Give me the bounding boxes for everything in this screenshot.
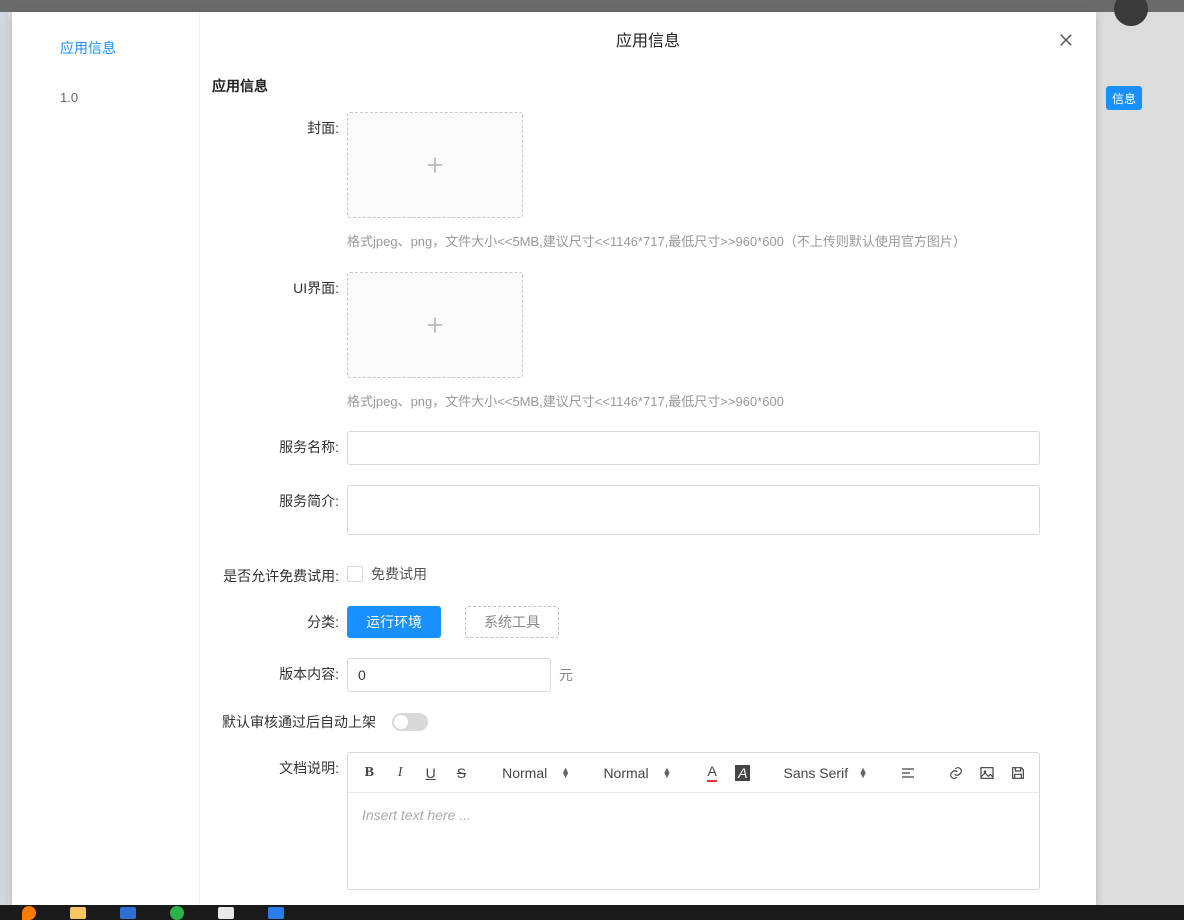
plus-icon — [424, 154, 446, 176]
taskbar — [0, 905, 1184, 920]
chevron-updown-icon: ▲▼ — [561, 768, 570, 778]
close-icon — [1057, 31, 1075, 49]
row-version: 版本内容: 元 — [212, 658, 1068, 692]
size-select-label: Normal — [603, 765, 648, 781]
cover-hint: 格式jpeg、png，文件大小<<5MB,建议尺寸<<1146*717,最低尺寸… — [347, 232, 1068, 252]
label-doc: 文档说明: — [212, 752, 347, 778]
ui-upload[interactable] — [347, 272, 523, 378]
image-icon — [979, 765, 995, 781]
save-button[interactable] — [1004, 759, 1031, 787]
size-select[interactable]: Normal ▲▼ — [597, 759, 677, 787]
section-title: 应用信息 — [212, 76, 1068, 96]
row-cover: 封面: 格式jpeg、png，文件大小<<5MB,建议尺寸<<1146*717,… — [212, 112, 1068, 252]
cover-upload[interactable] — [347, 112, 523, 218]
taskbar-firefox-icon[interactable] — [22, 906, 36, 920]
bg-sidebar-strip — [0, 12, 8, 905]
modal-content: 应用信息 封面: 格式jpeg、png，文件大小<<5MB,建议尺寸<<1146… — [200, 66, 1096, 905]
label-auto-publish: 默认审核通过后自动上架 — [222, 712, 376, 732]
text-color-icon: A — [707, 763, 716, 782]
sidebar-item-app-info[interactable]: 应用信息 — [12, 30, 199, 66]
version-price-input[interactable] — [347, 658, 551, 692]
category-runtime-tag[interactable]: 运行环境 — [347, 606, 441, 638]
editor-body[interactable]: Insert text here ... — [348, 793, 1039, 889]
highlight-button[interactable]: A — [729, 759, 756, 787]
label-service-name: 服务名称: — [212, 431, 347, 457]
plus-icon — [424, 314, 446, 336]
row-ui: UI界面: 格式jpeg、png，文件大小<<5MB,建议尺寸<<1146*71… — [212, 272, 1068, 412]
bold-button[interactable]: B — [356, 759, 383, 787]
chevron-updown-icon: ▲▼ — [663, 768, 672, 778]
taskbar-vscode-icon[interactable] — [120, 907, 136, 919]
category-systool-tag[interactable]: 系统工具 — [465, 606, 559, 638]
free-trial-checkbox-label: 免费试用 — [371, 564, 427, 584]
save-icon — [1010, 765, 1026, 781]
modal-dialog: 应用信息 1.0 应用信息 应用信息 封面: 格式jpeg、png，文件大小<<… — [12, 12, 1096, 905]
align-icon — [900, 765, 916, 781]
row-doc: 文档说明: B I U S Normal ▲▼ — [212, 752, 1068, 890]
row-service-desc: 服务简介: — [212, 485, 1068, 540]
modal-main: 应用信息 应用信息 封面: 格式jpeg、png，文件大小<<5MB,建议尺寸<… — [200, 12, 1096, 905]
text-color-button[interactable]: A — [699, 759, 726, 787]
auto-publish-switch[interactable] — [392, 713, 428, 731]
label-cover: 封面: — [212, 112, 347, 138]
font-select-label: Sans Serif — [784, 765, 849, 781]
row-service-name: 服务名称: — [212, 431, 1068, 465]
sidebar-item-version[interactable]: 1.0 — [12, 66, 199, 113]
label-free-trial: 是否允许免费试用: — [212, 560, 347, 586]
rich-editor: B I U S Normal ▲▼ Normal — [347, 752, 1040, 890]
heading-select[interactable]: Normal ▲▼ — [496, 759, 576, 787]
strike-button[interactable]: S — [448, 759, 475, 787]
bg-info-button[interactable]: 信息 — [1106, 86, 1142, 110]
row-category: 分类: 运行环境 系统工具 — [212, 606, 1068, 638]
taskbar-app5-icon[interactable] — [218, 907, 234, 919]
label-ui: UI界面: — [212, 272, 347, 298]
align-button[interactable] — [895, 759, 922, 787]
row-auto-publish: 默认审核通过后自动上架 — [212, 712, 1068, 732]
editor-toolbar: B I U S Normal ▲▼ Normal — [348, 753, 1039, 793]
highlight-icon: A — [735, 765, 750, 781]
chevron-updown-icon: ▲▼ — [859, 768, 868, 778]
taskbar-app6-icon[interactable] — [268, 907, 284, 919]
image-button[interactable] — [974, 759, 1001, 787]
label-category: 分类: — [212, 606, 347, 632]
underline-button[interactable]: U — [417, 759, 444, 787]
modal-sidebar: 应用信息 1.0 — [12, 12, 200, 905]
taskbar-files-icon[interactable] — [70, 907, 86, 919]
label-service-desc: 服务简介: — [212, 485, 347, 511]
link-button[interactable] — [943, 759, 970, 787]
link-icon — [948, 765, 964, 781]
service-desc-input[interactable] — [347, 485, 1040, 535]
font-select[interactable]: Sans Serif ▲▼ — [778, 759, 874, 787]
row-free-trial: 是否允许免费试用: 免费试用 — [212, 560, 1068, 586]
heading-select-label: Normal — [502, 765, 547, 781]
ui-hint: 格式jpeg、png，文件大小<<5MB,建议尺寸<<1146*717,最低尺寸… — [347, 392, 1068, 412]
modal-header: 应用信息 — [200, 12, 1096, 66]
service-name-input[interactable] — [347, 431, 1040, 465]
italic-button[interactable]: I — [387, 759, 414, 787]
avatar[interactable] — [1114, 0, 1148, 26]
version-unit: 元 — [559, 665, 573, 685]
taskbar-wechat-icon[interactable] — [170, 906, 184, 920]
modal-title: 应用信息 — [616, 27, 680, 51]
close-button[interactable] — [1052, 26, 1080, 54]
label-version: 版本内容: — [212, 658, 347, 684]
free-trial-checkbox[interactable] — [347, 566, 363, 582]
